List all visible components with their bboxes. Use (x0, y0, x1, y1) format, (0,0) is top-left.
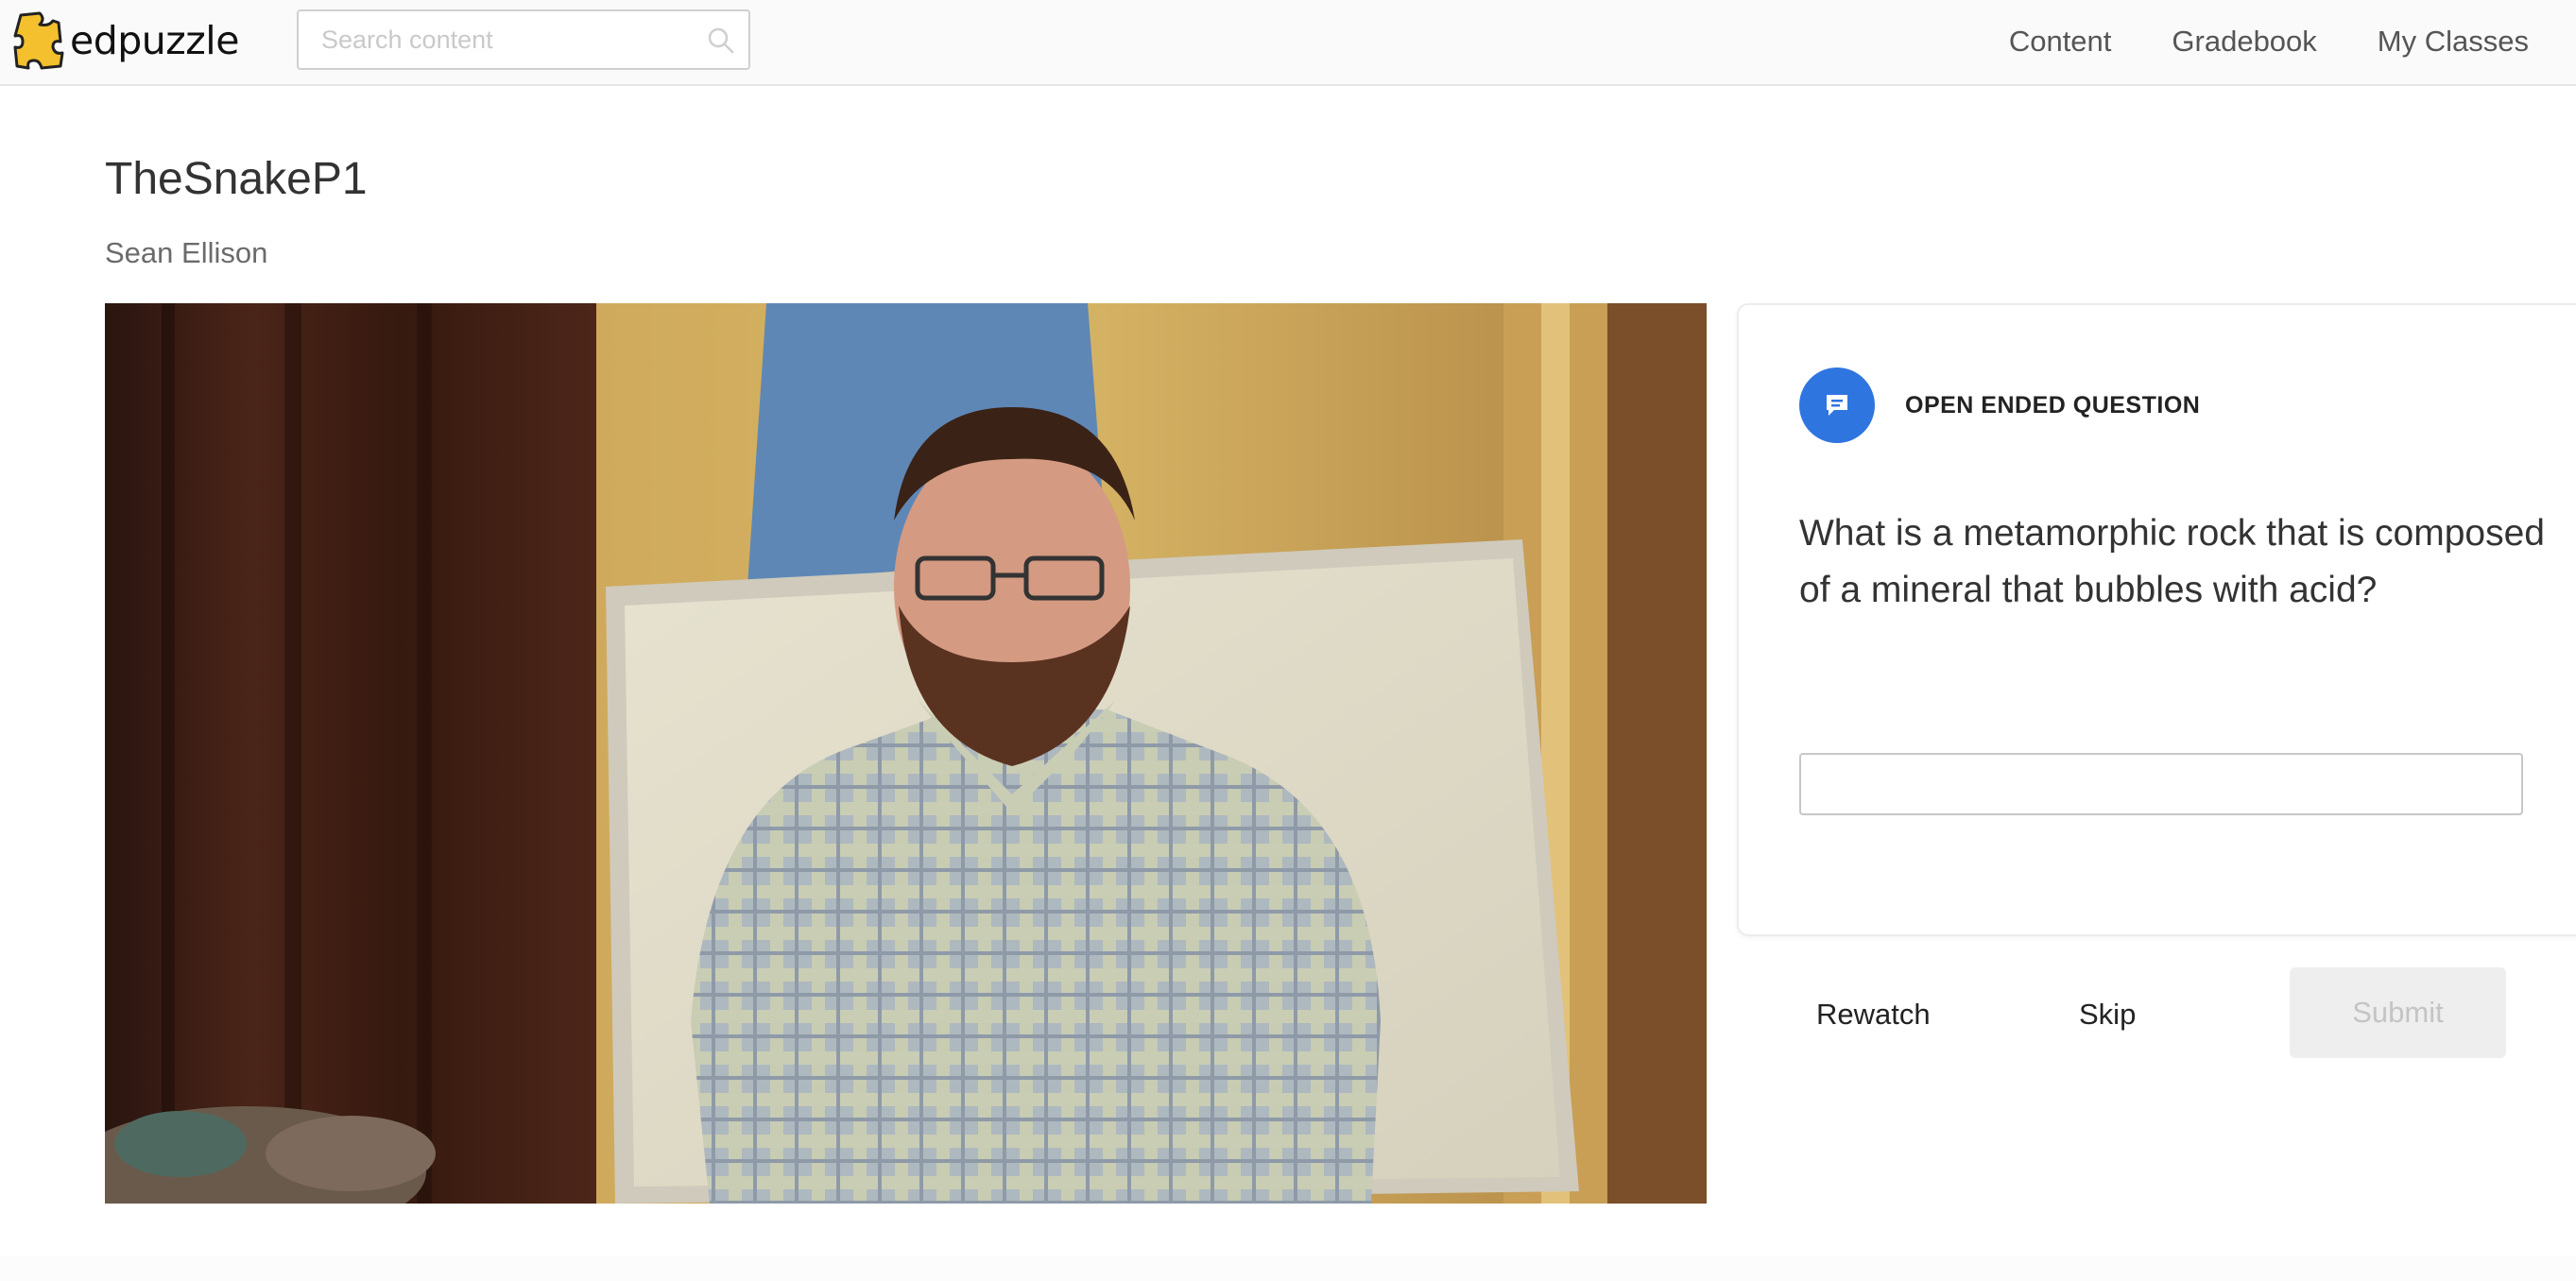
edpuzzle-logo[interactable]: edpuzzle (11, 9, 239, 72)
submit-button[interactable]: Submit (2290, 967, 2506, 1058)
question-card: OPEN ENDED QUESTION What is a metamorphi… (1737, 303, 2576, 936)
nav-gradebook[interactable]: Gradebook (2172, 25, 2316, 59)
video-title: TheSnakeP1 (105, 154, 368, 204)
question-type-label: OPEN ENDED QUESTION (1905, 392, 2201, 418)
video-frame (105, 303, 1707, 1204)
skip-button[interactable]: Skip (2079, 998, 2136, 1032)
rewatch-button[interactable]: Rewatch (1816, 998, 1931, 1032)
video-player[interactable] (105, 303, 1707, 1204)
puzzle-logo-icon (13, 11, 64, 70)
brand-name: edpuzzle (70, 18, 239, 63)
search-input[interactable] (299, 11, 677, 68)
chat-bubble-icon (1827, 395, 1847, 416)
video-author: Sean Ellison (105, 236, 268, 269)
search-icon[interactable] (707, 26, 735, 55)
main-nav: Content Gradebook My Classes (2009, 0, 2576, 83)
question-text: What is a metamorphic rock that is compo… (1799, 513, 2545, 610)
nav-my-classes[interactable]: My Classes (2378, 25, 2529, 59)
top-navbar: edpuzzle Content Gradebook My Classes (0, 0, 2576, 86)
nav-content[interactable]: Content (2009, 25, 2112, 59)
answer-input[interactable] (1799, 753, 2523, 815)
question-type-badge (1799, 367, 1875, 443)
search-box (297, 9, 750, 70)
page-footer-strip (0, 1256, 2576, 1281)
